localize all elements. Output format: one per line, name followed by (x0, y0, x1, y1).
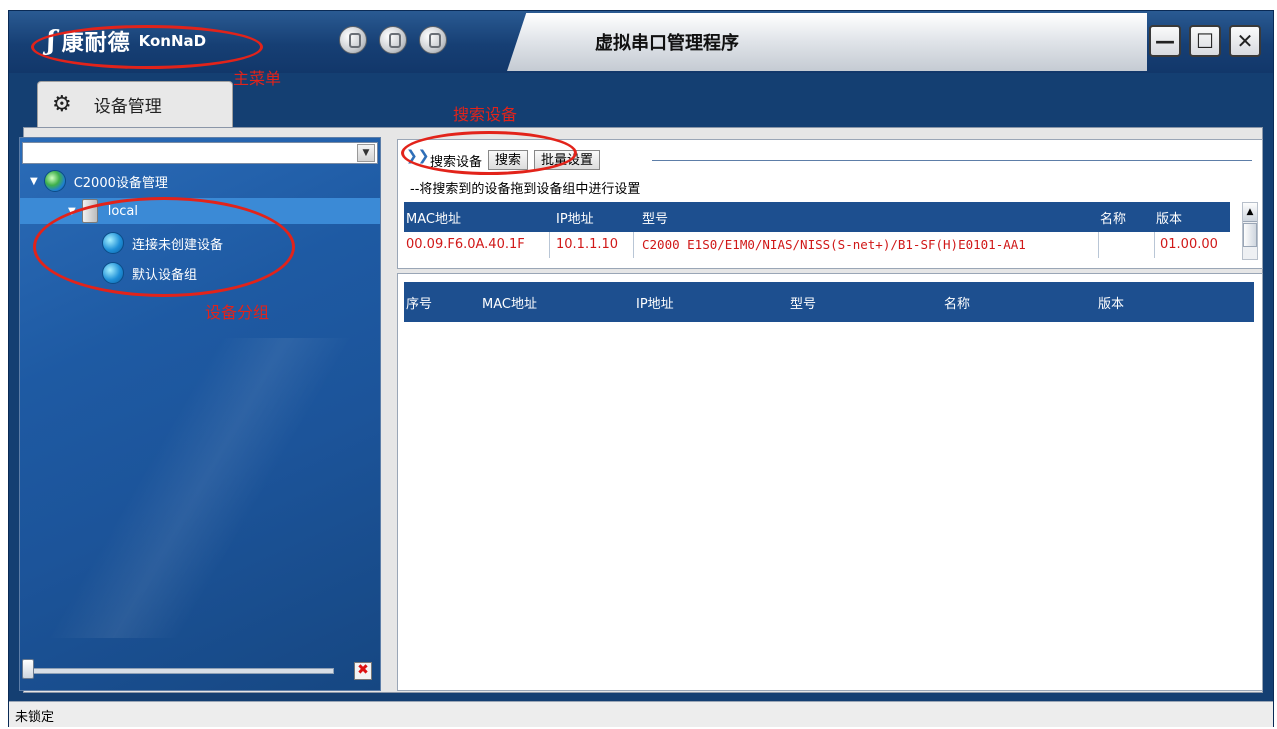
title-bar: ʃ 康耐德 KonNaD 虚拟串口管理程序 — ☐ ✕ (9, 11, 1273, 73)
delete-icon[interactable]: ✖ (354, 662, 372, 680)
search-toolbar: 搜索设备 搜索 批量设置 (430, 150, 601, 170)
expand-triangle-icon[interactable]: ▼ (68, 206, 76, 217)
zoom-slider-track[interactable] (26, 668, 334, 674)
tree-node-label: local (107, 203, 138, 219)
cell-mac: 00.09.F6.0A.40.1F (406, 237, 525, 252)
drag-hint: --将搜索到的设备拖到设备组中进行设置 (410, 182, 641, 197)
cell-divider (1154, 232, 1155, 258)
annotation-main-menu: 主菜单 (233, 69, 282, 88)
lock-icon[interactable] (419, 26, 447, 54)
device-tree-panel: ▼ ▼ C2000设备管理 ▼ local 连接未创建设备 默认设备组 ✖ (19, 137, 381, 691)
logo-text-cn: 康耐德 (61, 31, 131, 56)
quick-action-icon-2[interactable] (379, 26, 407, 54)
tree-item-label: 连接未创建设备 (132, 237, 224, 253)
column-header[interactable]: 名称 (944, 293, 970, 312)
column-header[interactable]: 名称 (1100, 208, 1126, 227)
chevron-down-icon[interactable]: ▼ (357, 144, 375, 162)
column-header[interactable]: IP地址 (636, 293, 674, 312)
column-header[interactable]: 版本 (1098, 293, 1124, 312)
window-controls: — ☐ ✕ (1149, 25, 1261, 57)
annotation-device-group: 设备分组 (205, 303, 270, 322)
maximize-button[interactable]: ☐ (1189, 25, 1221, 57)
zoom-slider-thumb[interactable] (22, 659, 34, 679)
gear-icon: ⚙ (52, 92, 72, 117)
tree-item-unconnected[interactable]: 连接未创建设备 (102, 230, 223, 256)
column-header[interactable]: 序号 (406, 293, 432, 312)
annotation-search-device: 搜索设备 (453, 105, 518, 124)
column-header[interactable]: IP地址 (556, 208, 594, 227)
globe-icon (102, 262, 124, 284)
device-grid-header: 序号 MAC地址 IP地址 型号 名称 版本 (404, 282, 1254, 322)
close-button[interactable]: ✕ (1229, 25, 1261, 57)
logo-text-en: KonNaD (138, 32, 207, 50)
search-button[interactable]: 搜索 (488, 150, 529, 170)
app-logo[interactable]: ʃ 康耐德 KonNaD (47, 21, 206, 61)
cell-version: 01.00.00 (1160, 237, 1218, 252)
computer-icon (81, 199, 98, 223)
cell-divider (549, 232, 550, 258)
tab-device-management[interactable]: ⚙ 设备管理 (37, 81, 233, 127)
tree-root-label: C2000设备管理 (73, 175, 168, 191)
search-grid-header: MAC地址 IP地址 型号 名称 版本 (404, 202, 1230, 232)
scrollbar-thumb[interactable] (1243, 223, 1257, 247)
globe-icon (102, 232, 124, 254)
cell-ip: 10.1.1.10 (556, 237, 619, 252)
tree-item-default-group[interactable]: 默认设备组 (102, 260, 197, 286)
device-list-panel: 序号 MAC地址 IP地址 型号 名称 版本 (397, 273, 1263, 691)
column-header[interactable]: 版本 (1156, 208, 1182, 227)
globe-icon (43, 170, 66, 192)
logo-mark-icon: ʃ (47, 26, 56, 56)
batch-settings-button[interactable]: 批量设置 (534, 150, 601, 170)
group-filter-select[interactable]: ▼ (22, 142, 378, 164)
section-divider (652, 160, 1252, 161)
cell-model: C2000 E1S0/E1M0/NIAS/NISS(S-net+)/B1-SF(… (642, 237, 1026, 252)
status-bar: 未锁定 (9, 701, 1273, 727)
quick-action-icon-1[interactable] (339, 26, 367, 54)
main-window: ʃ 康耐德 KonNaD 虚拟串口管理程序 — ☐ ✕ ⚙ 设备管理 ▼ ▼ C… (8, 10, 1274, 727)
column-header[interactable]: 型号 (642, 208, 668, 227)
table-row[interactable]: 00.09.F6.0A.40.1F 10.1.1.10 C2000 E1S0/E… (404, 232, 1230, 258)
lock-status: 未锁定 (15, 710, 55, 725)
expand-triangle-icon[interactable]: ▼ (30, 176, 38, 187)
vertical-scrollbar[interactable]: ▲ (1242, 202, 1258, 260)
cell-divider (1098, 232, 1099, 258)
search-panel: ❯❯ 搜索设备 搜索 批量设置 --将搜索到的设备拖到设备组中进行设置 MAC地… (397, 139, 1263, 269)
tab-label: 设备管理 (93, 97, 162, 117)
column-header[interactable]: 型号 (790, 293, 816, 312)
window-title: 虚拟串口管理程序 (595, 33, 739, 54)
double-chevron-down-icon[interactable]: ❯❯ (406, 148, 429, 164)
search-section-label: 搜索设备 (430, 154, 483, 170)
chevron-up-icon[interactable]: ▲ (1243, 203, 1257, 222)
tree-node-local[interactable]: ▼ local (20, 198, 380, 224)
quick-access-buttons (339, 26, 447, 54)
column-header[interactable]: MAC地址 (482, 293, 537, 312)
tree-root[interactable]: ▼ C2000设备管理 (30, 168, 168, 194)
tree-item-label: 默认设备组 (132, 267, 198, 283)
cell-divider (633, 232, 634, 258)
minimize-button[interactable]: — (1149, 25, 1181, 57)
column-header[interactable]: MAC地址 (406, 208, 461, 227)
